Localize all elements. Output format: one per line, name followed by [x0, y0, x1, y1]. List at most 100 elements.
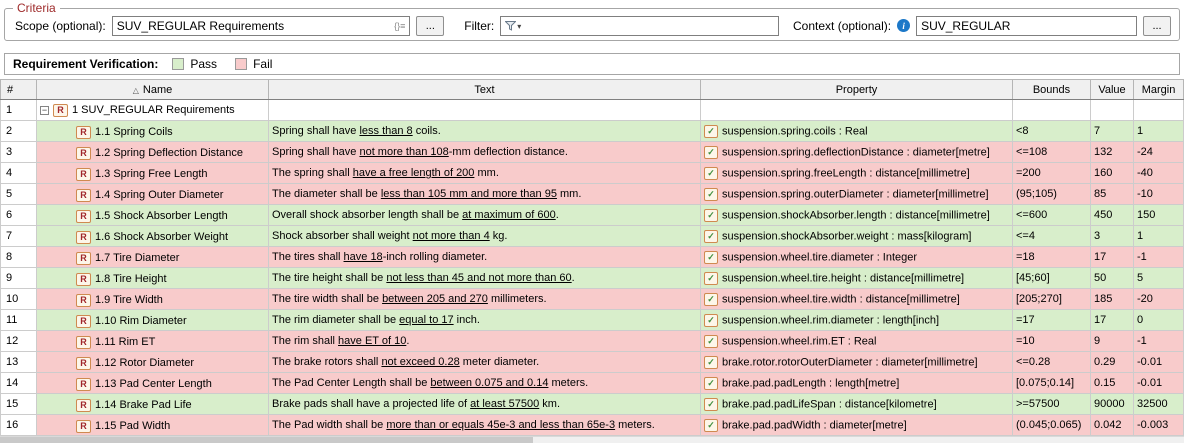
value-cell[interactable]: 17 [1091, 247, 1134, 268]
header-number[interactable]: # [1, 80, 37, 100]
row-number-cell[interactable]: 11 [1, 310, 37, 331]
table-row[interactable]: 16R1.15 Pad WidthThe Pad width shall be … [1, 415, 1184, 436]
header-text[interactable]: Text [269, 80, 701, 100]
value-cell[interactable]: 9 [1091, 331, 1134, 352]
name-cell[interactable]: R1.11 Rim ET [37, 331, 269, 352]
property-cell[interactable]: ✓suspension.wheel.tire.diameter : Intege… [701, 247, 1013, 268]
table-row[interactable]: 2R1.1 Spring CoilsSpring shall have less… [1, 121, 1184, 142]
property-cell[interactable]: ✓suspension.wheel.rim.ET : Real [701, 331, 1013, 352]
value-cell[interactable]: 132 [1091, 142, 1134, 163]
property-cell[interactable]: ✓suspension.spring.coils : Real [701, 121, 1013, 142]
name-cell[interactable]: R1.15 Pad Width [37, 415, 269, 436]
table-row[interactable]: 11R1.10 Rim DiameterThe rim diameter sha… [1, 310, 1184, 331]
property-cell[interactable]: ✓suspension.wheel.rim.diameter : length[… [701, 310, 1013, 331]
name-cell[interactable]: R1.5 Shock Absorber Length [37, 205, 269, 226]
text-cell[interactable]: Overall shock absorber length shall be a… [269, 205, 701, 226]
name-cell[interactable]: R1.10 Rim Diameter [37, 310, 269, 331]
row-number-cell[interactable]: 13 [1, 352, 37, 373]
bounds-cell[interactable]: >=57500 [1013, 394, 1091, 415]
table-row[interactable]: 8R1.7 Tire DiameterThe tires shall have … [1, 247, 1184, 268]
bounds-cell[interactable]: <=4 [1013, 226, 1091, 247]
name-cell[interactable]: R1.2 Spring Deflection Distance [37, 142, 269, 163]
bounds-cell[interactable]: =200 [1013, 163, 1091, 184]
property-cell[interactable]: ✓suspension.spring.freeLength : distance… [701, 163, 1013, 184]
margin-cell[interactable]: -40 [1134, 163, 1184, 184]
table-row[interactable]: 6R1.5 Shock Absorber LengthOverall shock… [1, 205, 1184, 226]
value-cell[interactable] [1091, 100, 1134, 121]
value-cell[interactable]: 50 [1091, 268, 1134, 289]
name-cell[interactable]: −R1 SUV_REGULAR Requirements [37, 100, 269, 121]
header-property[interactable]: Property [701, 80, 1013, 100]
value-cell[interactable]: 3 [1091, 226, 1134, 247]
bounds-cell[interactable]: =17 [1013, 310, 1091, 331]
property-cell[interactable]: ✓suspension.spring.outerDiameter : diame… [701, 184, 1013, 205]
margin-cell[interactable] [1134, 100, 1184, 121]
text-cell[interactable]: The brake rotors shall not exceed 0.28 m… [269, 352, 701, 373]
property-cell[interactable]: ✓brake.pad.padWidth : diameter[metre] [701, 415, 1013, 436]
row-number-cell[interactable]: 3 [1, 142, 37, 163]
table-row[interactable]: 12R1.11 Rim ETThe rim shall have ET of 1… [1, 331, 1184, 352]
context-browse-button[interactable]: ... [1143, 16, 1171, 36]
table-row[interactable]: 14R1.13 Pad Center LengthThe Pad Center … [1, 373, 1184, 394]
table-row[interactable]: 3R1.2 Spring Deflection DistanceSpring s… [1, 142, 1184, 163]
bounds-cell[interactable]: (0.045;0.065) [1013, 415, 1091, 436]
text-cell[interactable]: The diameter shall be less than 105 mm a… [269, 184, 701, 205]
scope-input[interactable] [117, 18, 392, 34]
row-number-cell[interactable]: 4 [1, 163, 37, 184]
text-cell[interactable]: The tire height shall be not less than 4… [269, 268, 701, 289]
header-name[interactable]: △Name [37, 80, 269, 100]
context-input[interactable] [921, 18, 1132, 34]
property-cell[interactable] [701, 100, 1013, 121]
header-margin[interactable]: Margin [1134, 80, 1184, 100]
text-cell[interactable]: The rim shall have ET of 10. [269, 331, 701, 352]
pass-checkbox[interactable] [172, 58, 184, 70]
property-cell[interactable]: ✓suspension.spring.deflectionDistance : … [701, 142, 1013, 163]
name-cell[interactable]: R1.1 Spring Coils [37, 121, 269, 142]
filter-funnel-icon[interactable]: ▾ [505, 21, 521, 31]
text-cell[interactable]: Shock absorber shall weight not more tha… [269, 226, 701, 247]
bounds-cell[interactable]: =18 [1013, 247, 1091, 268]
name-cell[interactable]: R1.12 Rotor Diameter [37, 352, 269, 373]
text-cell[interactable]: The tire width shall be between 205 and … [269, 289, 701, 310]
property-cell[interactable]: ✓brake.pad.padLifeSpan : distance[kilome… [701, 394, 1013, 415]
margin-cell[interactable]: -20 [1134, 289, 1184, 310]
table-row[interactable]: 9R1.8 Tire HeightThe tire height shall b… [1, 268, 1184, 289]
table-row[interactable]: 1−R1 SUV_REGULAR Requirements [1, 100, 1184, 121]
text-cell[interactable]: The rim diameter shall be equal to 17 in… [269, 310, 701, 331]
bounds-cell[interactable]: (95;105) [1013, 184, 1091, 205]
name-cell[interactable]: R1.14 Brake Pad Life [37, 394, 269, 415]
table-row[interactable]: 5R1.4 Spring Outer DiameterThe diameter … [1, 184, 1184, 205]
header-bounds[interactable]: Bounds [1013, 80, 1091, 100]
margin-cell[interactable]: 5 [1134, 268, 1184, 289]
margin-cell[interactable]: -0.01 [1134, 352, 1184, 373]
name-cell[interactable]: R1.9 Tire Width [37, 289, 269, 310]
value-cell[interactable]: 85 [1091, 184, 1134, 205]
text-cell[interactable]: The Pad Center Length shall be between 0… [269, 373, 701, 394]
row-number-cell[interactable]: 15 [1, 394, 37, 415]
name-cell[interactable]: R1.8 Tire Height [37, 268, 269, 289]
margin-cell[interactable]: -0.003 [1134, 415, 1184, 436]
property-cell[interactable]: ✓suspension.shockAbsorber.length : dista… [701, 205, 1013, 226]
name-cell[interactable]: R1.4 Spring Outer Diameter [37, 184, 269, 205]
value-cell[interactable]: 185 [1091, 289, 1134, 310]
bounds-cell[interactable]: <=108 [1013, 142, 1091, 163]
row-number-cell[interactable]: 10 [1, 289, 37, 310]
text-cell[interactable]: Spring shall have less than 8 coils. [269, 121, 701, 142]
margin-cell[interactable]: 32500 [1134, 394, 1184, 415]
margin-cell[interactable]: 1 [1134, 226, 1184, 247]
text-cell[interactable]: The spring shall have a free length of 2… [269, 163, 701, 184]
margin-cell[interactable]: 0 [1134, 310, 1184, 331]
bounds-cell[interactable] [1013, 100, 1091, 121]
name-cell[interactable]: R1.6 Shock Absorber Weight [37, 226, 269, 247]
property-cell[interactable]: ✓brake.rotor.rotorOuterDiameter : diamet… [701, 352, 1013, 373]
horizontal-scrollbar-thumb[interactable] [0, 437, 533, 443]
bounds-cell[interactable]: <=0.28 [1013, 352, 1091, 373]
margin-cell[interactable]: -10 [1134, 184, 1184, 205]
text-cell[interactable]: Brake pads shall have a projected life o… [269, 394, 701, 415]
filter-input[interactable] [524, 18, 774, 34]
header-value[interactable]: Value [1091, 80, 1134, 100]
margin-cell[interactable]: -0.01 [1134, 373, 1184, 394]
value-cell[interactable]: 7 [1091, 121, 1134, 142]
info-icon[interactable]: i [897, 19, 910, 32]
property-cell[interactable]: ✓suspension.wheel.tire.width : distance[… [701, 289, 1013, 310]
